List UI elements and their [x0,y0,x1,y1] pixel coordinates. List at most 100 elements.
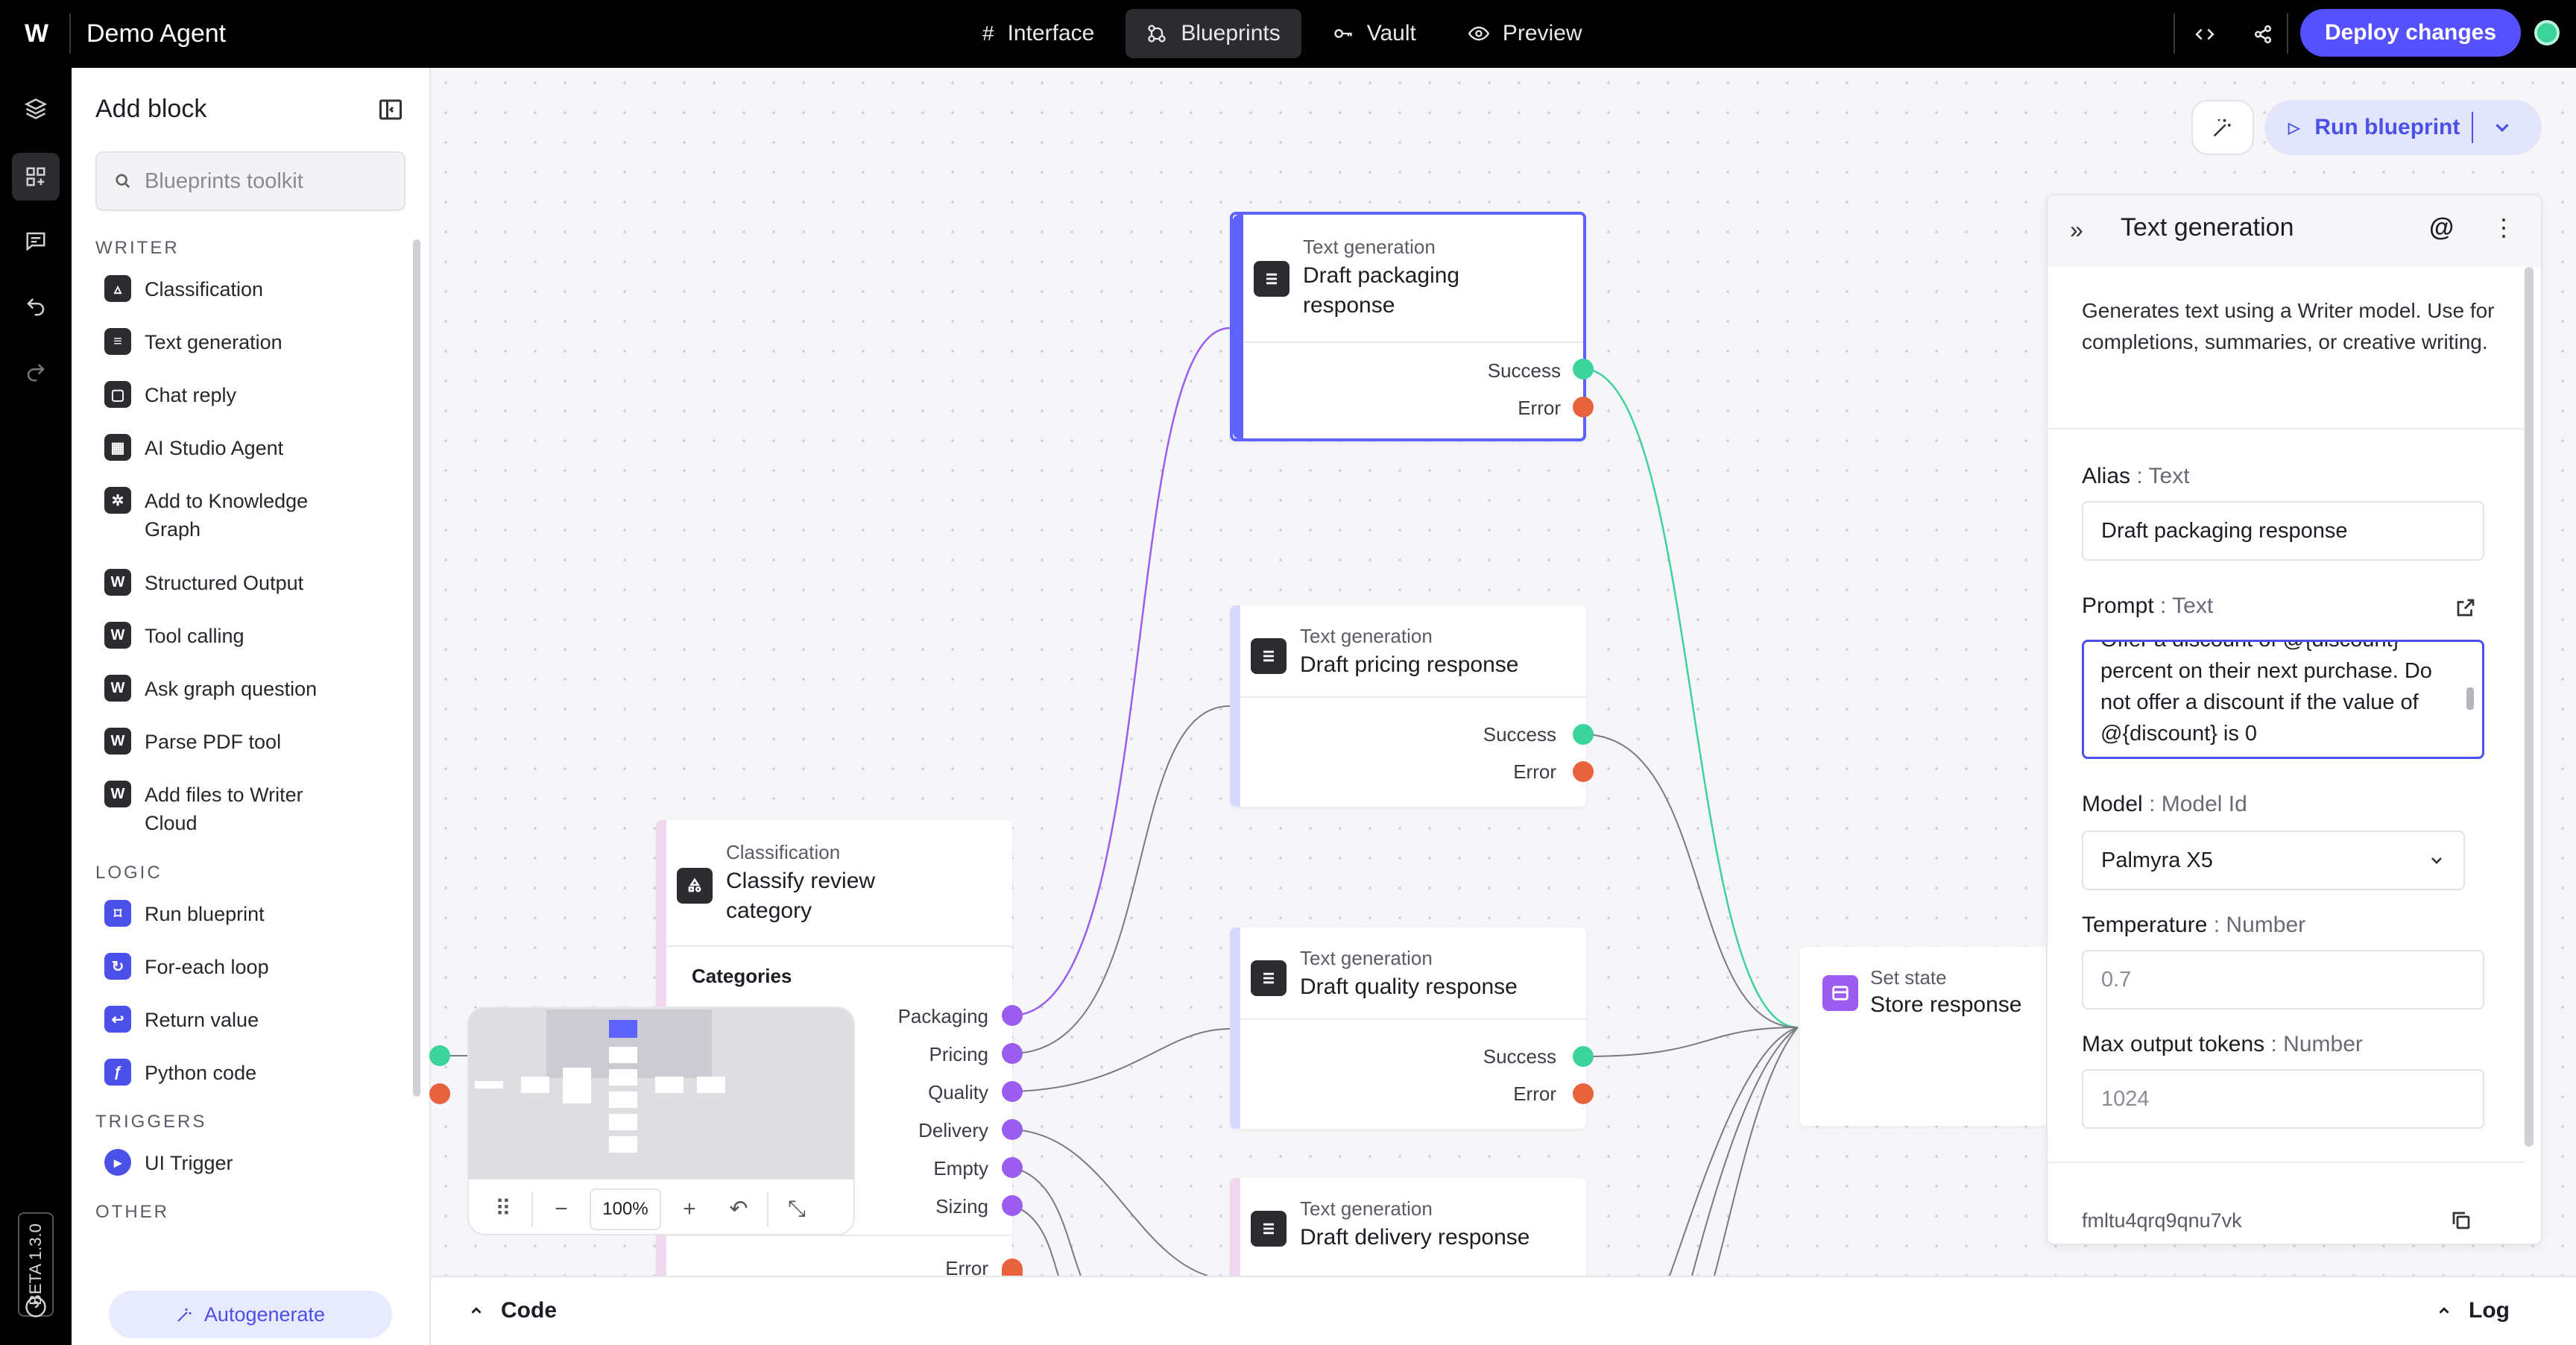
layers-icon[interactable] [12,85,60,133]
status-indicator [2534,20,2560,45]
comment-icon[interactable] [12,217,60,265]
zoom-in-button[interactable]: + [669,1188,710,1230]
category-port[interactable] [1002,1043,1023,1064]
error-port[interactable] [1573,761,1594,782]
block-ui-trigger[interactable]: ▸ UI Trigger [104,1137,388,1190]
divider [2174,13,2175,54]
grid-icon[interactable]: ⠿ [482,1188,524,1230]
success-port[interactable] [1573,359,1594,379]
block-id: fmltu4qrq9qnu7vk [2082,1209,2242,1232]
at-mention-icon[interactable]: @ [2429,213,2454,242]
success-port[interactable] [1573,724,1594,745]
block-return-value[interactable]: ↩ Return value [104,994,388,1047]
category-port[interactable] [1002,1157,1023,1178]
node-draft-quality[interactable]: Text generation Draft quality response S… [1230,927,1586,1129]
block-add-files-to-writer-cloud[interactable]: W Add files to Writer Cloud [104,769,388,851]
divider [2472,112,2473,143]
block-classification[interactable]: ▵ Classification [104,263,388,316]
log-toggle[interactable]: Log [2436,1298,2510,1323]
code-toggle[interactable]: Code [468,1298,557,1323]
minimap-node [609,1136,637,1153]
block-label: Run blueprint [145,903,265,925]
category-port[interactable] [1002,1081,1023,1102]
node-draft-packaging[interactable]: Text generation Draft packaging response… [1230,212,1586,441]
block-tool-calling[interactable]: W Tool calling [104,610,388,663]
function-icon: ƒ [104,1059,131,1086]
autogenerate-button[interactable]: Autogenerate [109,1291,392,1338]
chevron-down-icon[interactable] [2491,116,2513,139]
writer-icon: W [104,675,131,702]
tab-blueprints[interactable]: Blueprints [1126,9,1301,58]
redo-icon[interactable] [12,348,60,396]
panel-scrollbar[interactable] [2525,267,2534,1147]
success-port[interactable] [1573,1046,1594,1067]
block-list: WRITER ▵ Classification ≡ Text generation … [72,224,422,1268]
port-error-label: Error [1518,397,1561,419]
tab-vault[interactable]: Vault [1312,9,1437,58]
category-label: Delivery [918,1119,988,1141]
block-add-to-knowledge-graph[interactable]: ✲ Add to Knowledge Graph [104,475,388,557]
block-run-blueprint[interactable]: ⌑ Run blueprint [104,888,388,941]
copy-icon[interactable] [2450,1209,2472,1232]
block-label: Return value [145,1009,259,1031]
app-title: Demo Agent [86,19,227,48]
run-blueprint-button[interactable]: ▷ Run blueprint [2264,100,2542,155]
code-icon[interactable] [2188,18,2221,51]
model-select[interactable]: Palmyra X5 [2082,831,2465,890]
block-structured-output[interactable]: W Structured Output [104,557,388,610]
error-port[interactable] [1573,397,1594,418]
share-icon[interactable] [2247,18,2279,51]
log-label: Log [2469,1298,2510,1323]
success-port[interactable] [429,1045,450,1066]
writer-icon: W [104,728,131,755]
writer-logo[interactable]: W [21,19,52,48]
minimap[interactable]: ⠿ − 100% + ↶ ⤡ [467,1007,855,1235]
sidebar-scrollbar[interactable] [413,239,420,1097]
text-icon [1251,638,1287,674]
autogenerate-wand-button[interactable] [2191,100,2254,155]
block-text-generation[interactable]: ≡ Text generation [104,316,388,369]
zoom-out-button[interactable]: − [540,1188,582,1230]
open-external-icon[interactable] [2455,596,2477,619]
prompt-field[interactable]: Offer a discount of @{discount} percent … [2082,640,2484,759]
block-parse-pdf-tool[interactable]: W Parse PDF tool [104,716,388,769]
search-input[interactable]: Blueprints toolkit [95,151,405,211]
port-success-label: Success [1483,723,1556,746]
chevron-up-icon [2439,1307,2449,1314]
block-ai-studio-agent[interactable]: ▦ AI Studio Agent [104,422,388,475]
block-ask-graph-question[interactable]: W Ask graph question [104,663,388,716]
prompt-scrollbar[interactable] [2466,687,2474,710]
category-port[interactable] [1002,1195,1023,1216]
divider [1240,696,1586,698]
blocks-icon[interactable] [12,153,60,201]
alias-field[interactable]: Draft packaging response [2082,501,2484,561]
tab-interface[interactable]: # Interface [962,9,1115,58]
text-icon: ≡ [104,328,131,355]
error-port[interactable] [429,1083,450,1104]
more-options-icon[interactable]: ⋮ [2492,213,2516,242]
node-draft-pricing[interactable]: Text generation Draft pricing response S… [1230,605,1586,807]
zoom-level[interactable]: 100% [590,1188,661,1230]
collapse-panel-icon[interactable] [377,96,404,123]
expand-icon[interactable]: » [2070,216,2083,244]
node-draft-delivery[interactable]: Text generation Draft delivery response [1230,1178,1586,1276]
undo-icon[interactable] [12,283,60,330]
node-store-response[interactable]: Set state Store response [1800,947,2053,1126]
reset-view-icon[interactable]: ↶ [718,1188,760,1230]
run-blueprint-icon: ⌑ [104,900,131,927]
tab-preview[interactable]: Preview [1448,9,1603,58]
error-port[interactable] [1573,1083,1594,1104]
block-python-code[interactable]: ƒ Python code [104,1047,388,1100]
collapse-icon[interactable]: ⤡ [776,1188,818,1230]
error-port[interactable] [1002,1259,1023,1276]
category-port[interactable] [1002,1005,1023,1026]
block-for-each-loop[interactable]: ↻ For-each loop [104,941,388,994]
max-output-tokens-field[interactable]: 1024 [2082,1069,2484,1129]
node-accent [1233,215,1243,438]
deploy-changes-button[interactable]: Deploy changes [2300,9,2521,57]
help-icon[interactable] [12,1283,60,1331]
temperature-field[interactable]: 0.7 [2082,950,2484,1009]
category-port[interactable] [1002,1119,1023,1140]
minimap-view[interactable] [469,1008,853,1179]
block-chat-reply[interactable]: ▢ Chat reply [104,369,388,422]
